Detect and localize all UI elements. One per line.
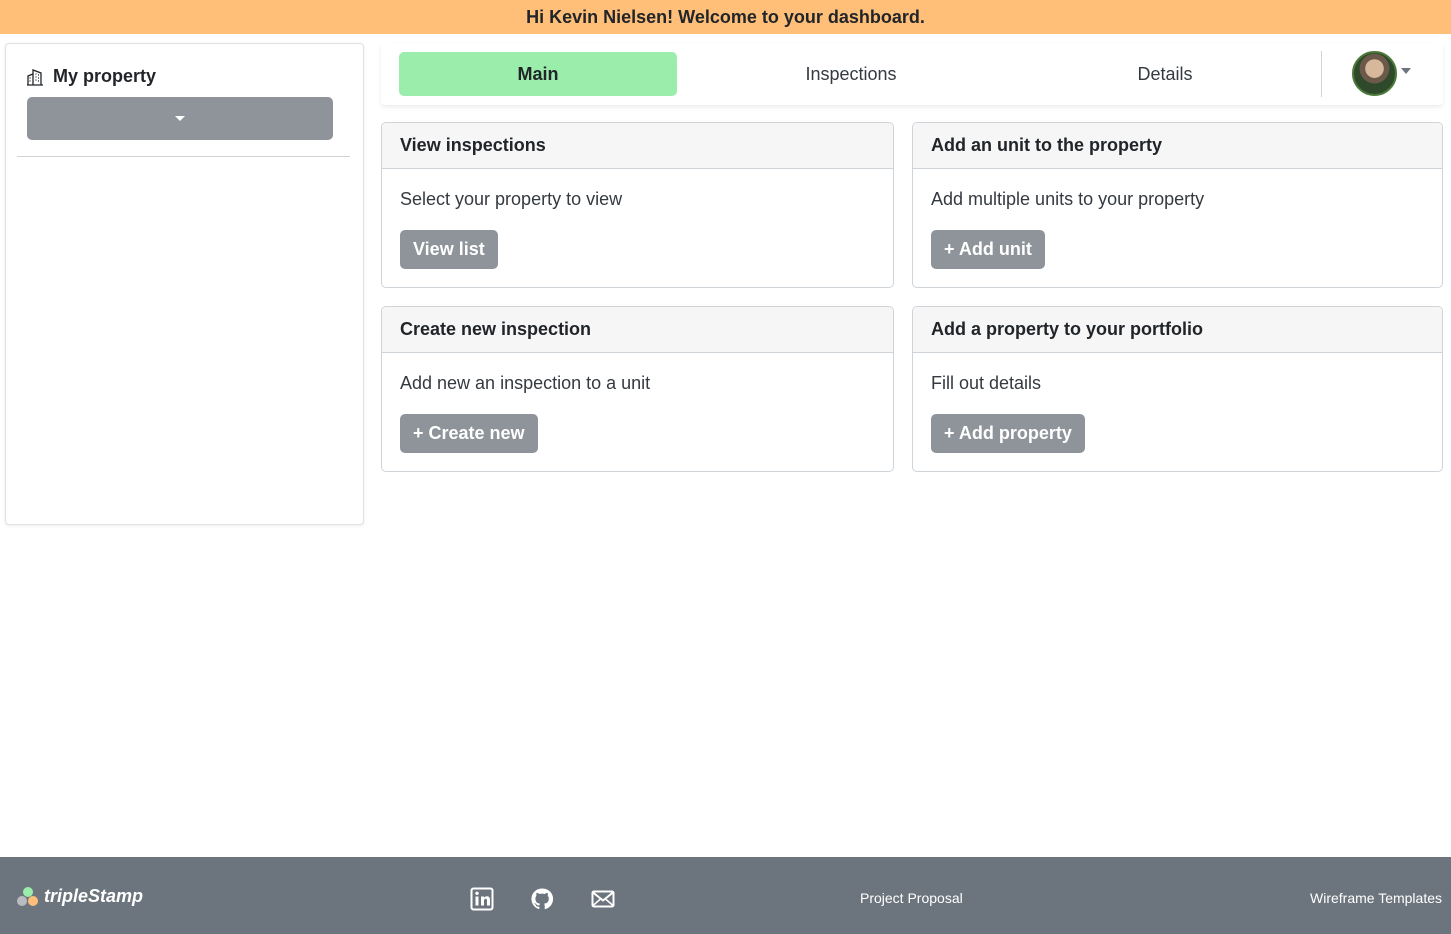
github-icon[interactable]: [529, 887, 555, 911]
card-text: Add new an inspection to a unit: [400, 373, 651, 393]
welcome-banner: Hi Kevin Nielsen! Welcome to your dashbo…: [0, 0, 1451, 34]
chevron-down-icon[interactable]: [1401, 68, 1411, 74]
sidebar-divider: [17, 156, 350, 157]
card-title: Create new inspection: [382, 307, 893, 353]
brand-logo[interactable]: tripleStamp: [16, 885, 143, 907]
chevron-down-icon: [175, 116, 185, 121]
card-title: Add a property to your portfolio: [913, 307, 1442, 353]
user-avatar[interactable]: [1352, 51, 1397, 96]
create-new-button[interactable]: + Create new: [400, 414, 538, 453]
tab-details[interactable]: Details: [1028, 52, 1302, 96]
mail-icon[interactable]: [590, 887, 616, 911]
sidebar-header: My property: [26, 66, 156, 87]
add-unit-card: Add an unit to the property Add multiple…: [912, 122, 1443, 288]
building-icon: [27, 68, 43, 86]
card-title: View inspections: [382, 123, 893, 169]
top-navigation: Main Inspections Details: [381, 43, 1443, 105]
project-proposal-link[interactable]: Project Proposal: [860, 890, 963, 906]
linkedin-icon[interactable]: [469, 887, 495, 911]
add-property-card: Add a property to your portfolio Fill ou…: [912, 306, 1443, 472]
footer: tripleStamp Project Proposal Wireframe T…: [0, 857, 1451, 934]
nav-divider: [1321, 51, 1322, 97]
sidebar: My property: [5, 43, 364, 525]
view-list-button[interactable]: View list: [400, 230, 498, 269]
card-text: Select your property to view: [400, 189, 623, 209]
card-text: Add multiple units to your property: [931, 189, 1205, 209]
brand-name: tripleStamp: [44, 885, 144, 906]
card-title: Add an unit to the property: [913, 123, 1442, 169]
logo-dots-icon: [16, 885, 40, 907]
add-property-button[interactable]: + Add property: [931, 414, 1085, 453]
card-text: Fill out details: [931, 373, 1042, 393]
property-select-dropdown[interactable]: [27, 97, 333, 140]
wireframe-templates-link[interactable]: Wireframe Templates: [1310, 890, 1442, 906]
create-inspection-card: Create new inspection Add new an inspect…: [381, 306, 894, 472]
tab-inspections[interactable]: Inspections: [714, 52, 988, 96]
view-inspections-card: View inspections Select your property to…: [381, 122, 894, 288]
sidebar-title: My property: [53, 66, 157, 86]
add-unit-button[interactable]: + Add unit: [931, 230, 1045, 269]
tab-main[interactable]: Main: [399, 52, 677, 96]
